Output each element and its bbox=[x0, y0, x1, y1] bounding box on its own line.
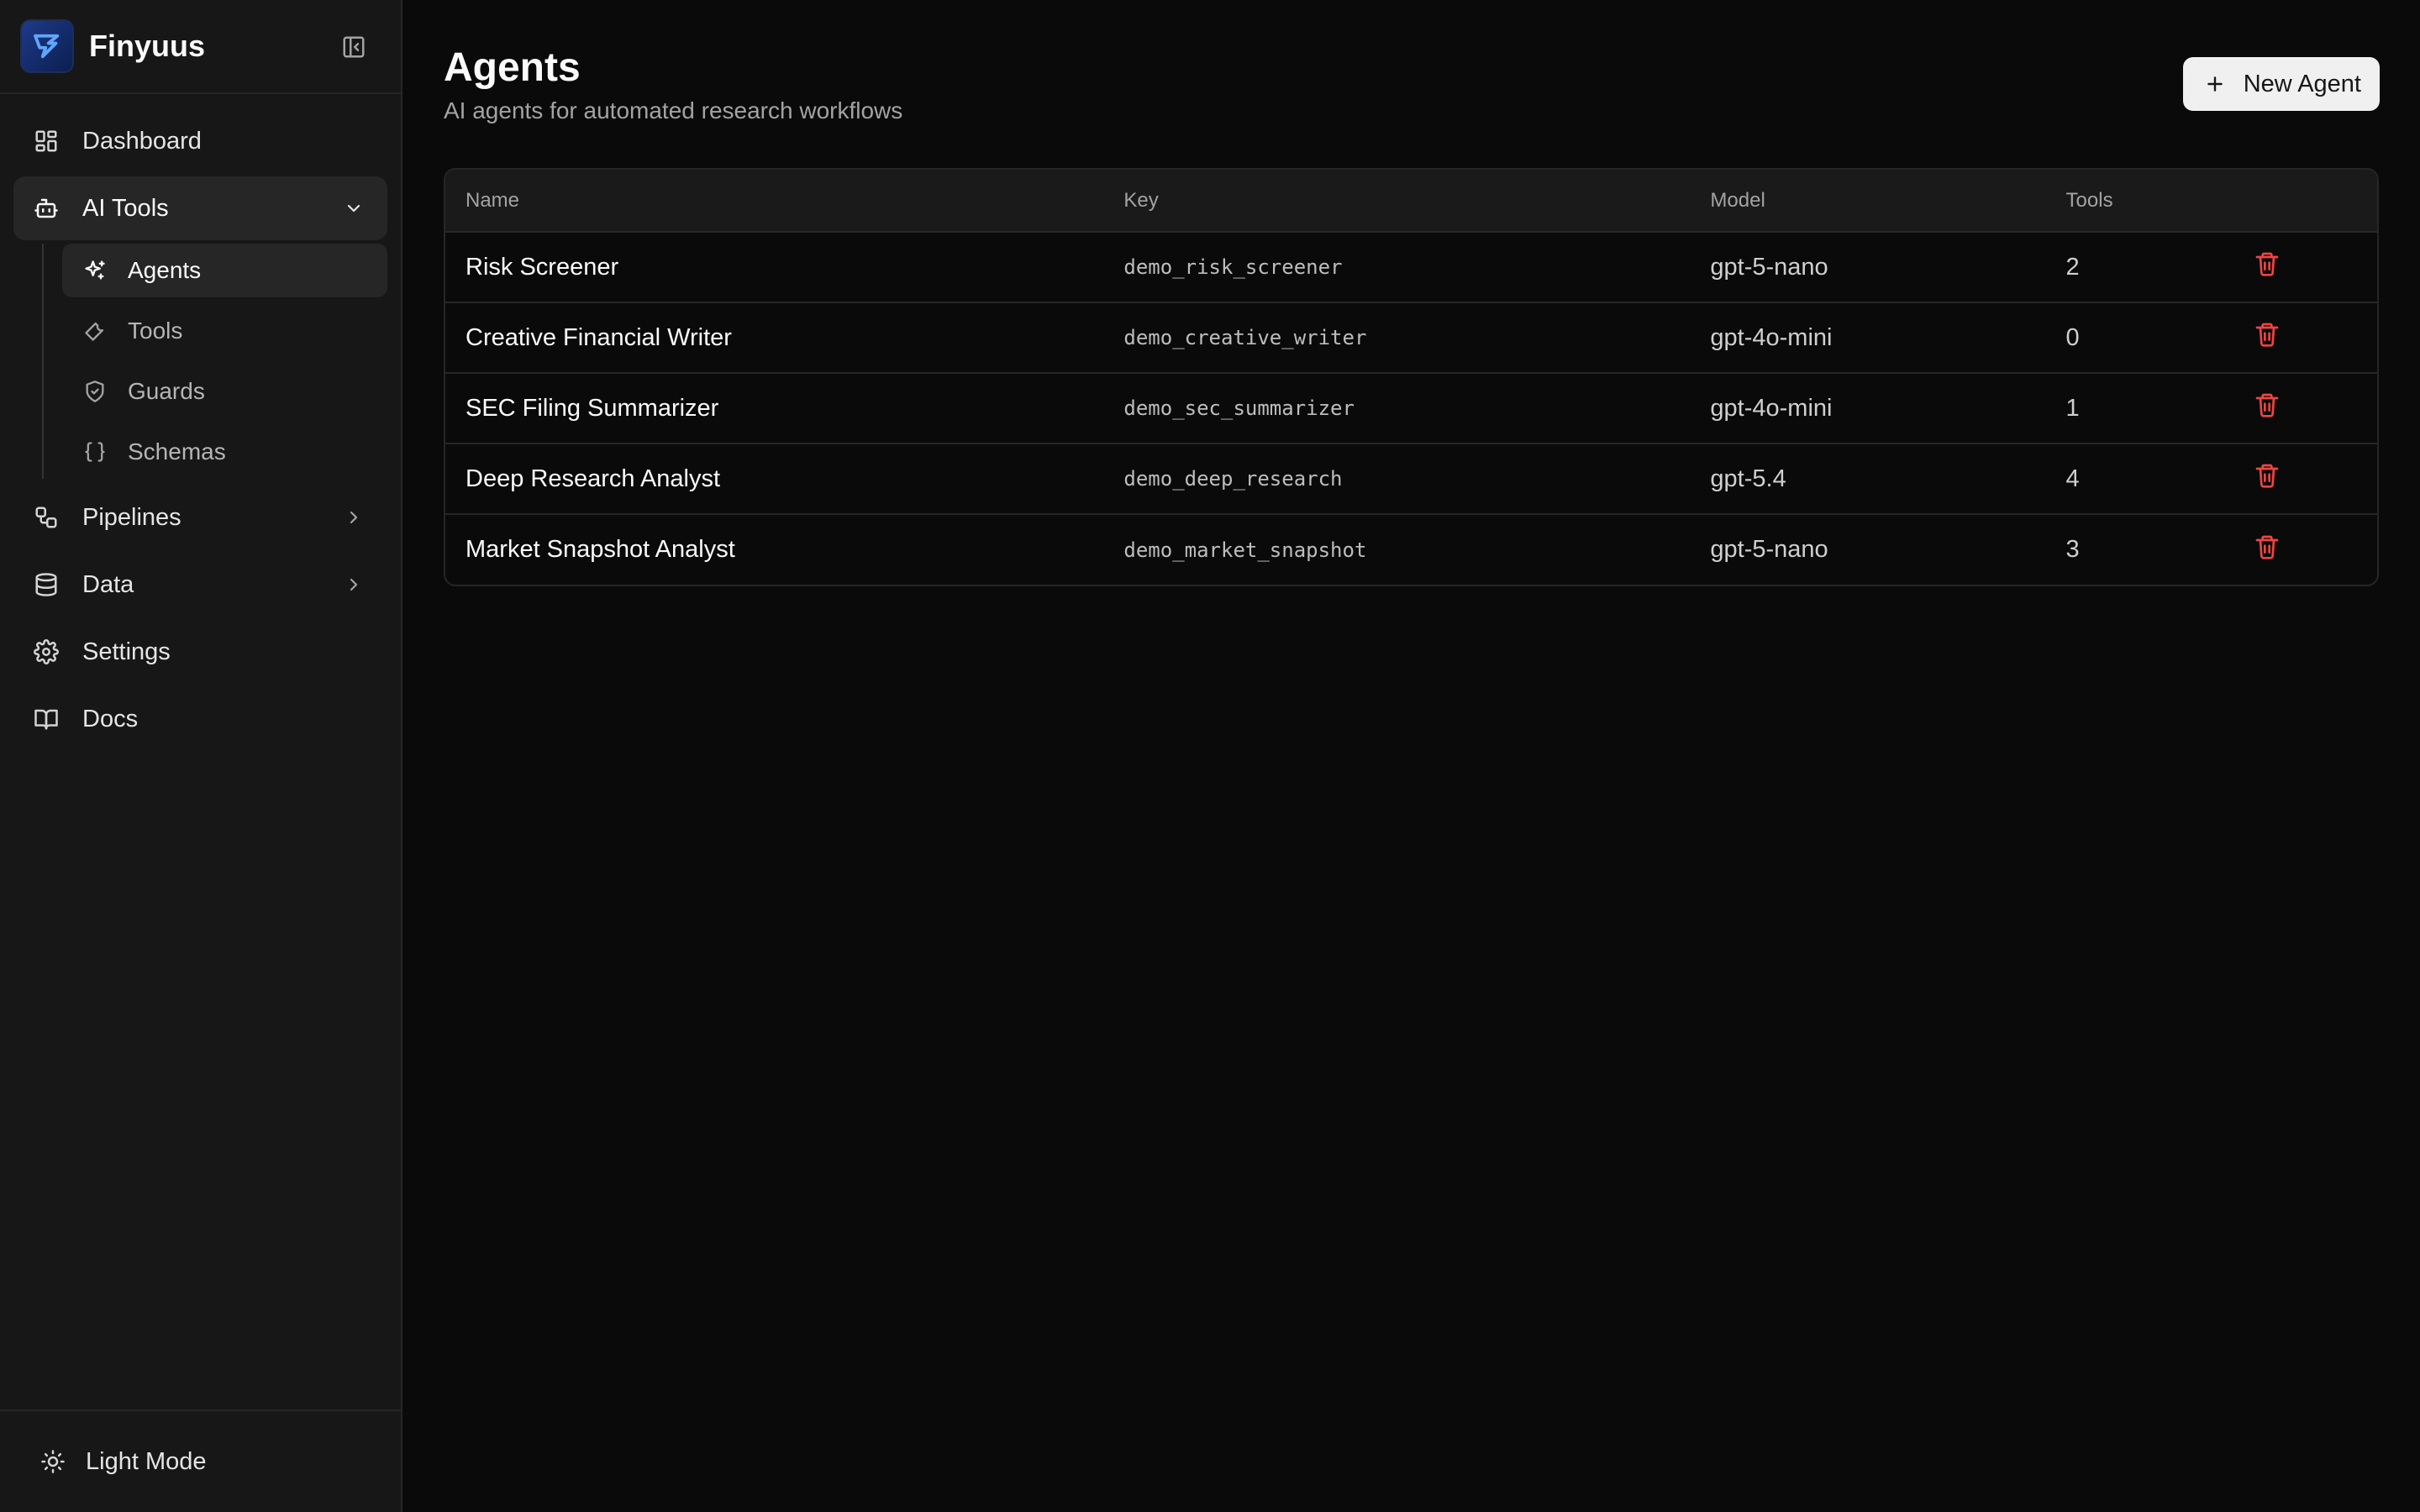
agent-model: gpt-5-nano bbox=[1710, 253, 1828, 281]
table-row[interactable]: SEC Filing Summarizer demo_sec_summarize… bbox=[445, 373, 2377, 444]
column-header-key: Key bbox=[1103, 170, 1691, 233]
agent-tools-count: 2 bbox=[2065, 253, 2080, 281]
new-agent-label: New Agent bbox=[2243, 70, 2361, 97]
trash-icon[interactable] bbox=[2254, 320, 2281, 349]
sidebar-item-label: Tools bbox=[128, 318, 183, 344]
table-header: Name Key Model Tools bbox=[445, 170, 2377, 233]
agent-name: Market Snapshot Analyst bbox=[466, 536, 735, 563]
agent-tools-count: 4 bbox=[2065, 465, 2080, 492]
sidebar-item-label: Pipelines bbox=[82, 503, 182, 531]
sidebar-item-tools[interactable]: Tools bbox=[62, 304, 387, 358]
sidebar-item-docs[interactable]: Docs bbox=[13, 687, 387, 751]
agent-name: SEC Filing Summarizer bbox=[466, 394, 719, 422]
sidebar-item-label: Dashboard bbox=[82, 127, 202, 155]
sidebar-item-label: Docs bbox=[82, 705, 139, 732]
table-body: Risk Screener demo_risk_screener gpt-5-n… bbox=[445, 232, 2377, 585]
theme-toggle-label: Light Mode bbox=[86, 1447, 207, 1475]
book-icon bbox=[32, 705, 60, 733]
table-row[interactable]: Deep Research Analyst demo_deep_research… bbox=[445, 444, 2377, 514]
sidebar-item-label: AI Tools bbox=[82, 194, 169, 222]
layout-grid-icon bbox=[32, 127, 60, 155]
main-content: Agents AI agents for automated research … bbox=[402, 0, 2420, 1512]
sidebar-item-ai-tools[interactable]: AI Tools bbox=[13, 176, 387, 240]
sidebar: Finyuus Dashboard AI Tools Agents Tools … bbox=[0, 0, 402, 1512]
chevron-right-icon bbox=[342, 573, 366, 596]
column-header-model: Model bbox=[1690, 170, 2046, 233]
sidebar-item-label: Agents bbox=[128, 257, 202, 283]
agent-key: demo_creative_writer bbox=[1123, 326, 1367, 349]
sidebar-item-settings[interactable]: Settings bbox=[13, 620, 387, 684]
sidebar-item-label: Data bbox=[82, 570, 134, 598]
agent-name: Risk Screener bbox=[466, 253, 619, 281]
sidebar-item-schemas[interactable]: Schemas bbox=[62, 425, 387, 479]
sidebar-item-guards[interactable]: Guards bbox=[62, 365, 387, 418]
page-subtitle: AI agents for automated research workflo… bbox=[444, 97, 903, 123]
trash-icon[interactable] bbox=[2254, 249, 2281, 278]
agent-name: Deep Research Analyst bbox=[466, 465, 721, 492]
sidebar-toggle-icon[interactable] bbox=[339, 32, 369, 62]
gear-icon bbox=[32, 638, 60, 666]
agent-tools-count: 0 bbox=[2065, 323, 2080, 351]
workflow-icon bbox=[32, 503, 60, 532]
plus-icon bbox=[2203, 72, 2227, 96]
braces-icon bbox=[82, 439, 108, 465]
agent-model: gpt-5.4 bbox=[1710, 465, 1786, 492]
new-agent-button[interactable]: New Agent bbox=[2182, 57, 2380, 111]
brand-name: Finyuus bbox=[89, 29, 206, 63]
ai-tools-subnav: Agents Tools Guards Schemas bbox=[42, 244, 387, 479]
sidebar-item-label: Settings bbox=[82, 638, 171, 665]
sun-icon bbox=[39, 1447, 67, 1476]
agent-tools-count: 1 bbox=[2065, 394, 2080, 422]
agent-model: gpt-5-nano bbox=[1710, 536, 1828, 563]
sidebar-item-pipelines[interactable]: Pipelines bbox=[13, 486, 387, 549]
brand-header: Finyuus bbox=[0, 0, 401, 94]
table-row[interactable]: Market Snapshot Analyst demo_market_snap… bbox=[445, 514, 2377, 585]
chevron-right-icon bbox=[342, 506, 366, 529]
chevron-down-icon bbox=[342, 197, 366, 220]
agent-tools-count: 3 bbox=[2065, 536, 2080, 563]
sparkles-icon bbox=[82, 258, 108, 283]
column-header-name: Name bbox=[445, 170, 1104, 233]
wrench-icon bbox=[82, 318, 108, 344]
sidebar-item-data[interactable]: Data bbox=[13, 553, 387, 617]
agents-table: Name Key Model Tools Risk Screener demo_… bbox=[444, 168, 2379, 586]
agent-key: demo_risk_screener bbox=[1123, 255, 1343, 279]
sidebar-item-label: Guards bbox=[128, 378, 205, 404]
sidebar-item-agents[interactable]: Agents bbox=[62, 244, 387, 297]
trash-icon[interactable] bbox=[2254, 461, 2281, 490]
table-row[interactable]: Creative Financial Writer demo_creative_… bbox=[445, 302, 2377, 373]
trash-icon[interactable] bbox=[2254, 533, 2281, 561]
database-icon bbox=[32, 570, 60, 599]
trash-icon[interactable] bbox=[2254, 391, 2281, 419]
table-row[interactable]: Risk Screener demo_risk_screener gpt-5-n… bbox=[445, 232, 2377, 302]
bot-icon bbox=[32, 194, 60, 223]
agent-name: Creative Financial Writer bbox=[466, 323, 732, 351]
column-header-actions bbox=[2233, 170, 2377, 233]
sidebar-nav: Dashboard AI Tools Agents Tools Guards S… bbox=[0, 94, 401, 1410]
brand-logo[interactable] bbox=[20, 19, 74, 73]
agent-key: demo_sec_summarizer bbox=[1123, 396, 1355, 420]
agent-key: demo_deep_research bbox=[1123, 467, 1343, 491]
sidebar-item-dashboard[interactable]: Dashboard bbox=[13, 109, 387, 173]
sidebar-item-label: Schemas bbox=[128, 438, 226, 465]
agent-model: gpt-4o-mini bbox=[1710, 323, 1833, 351]
app-root: Finyuus Dashboard AI Tools Agents Tools … bbox=[0, 0, 2420, 1512]
shield-check-icon bbox=[82, 379, 108, 404]
agent-key: demo_market_snapshot bbox=[1123, 538, 1367, 562]
column-header-tools: Tools bbox=[2045, 170, 2234, 233]
page-title: Agents bbox=[444, 45, 581, 90]
agent-model: gpt-4o-mini bbox=[1710, 394, 1833, 422]
theme-toggle[interactable]: Light Mode bbox=[0, 1410, 401, 1512]
